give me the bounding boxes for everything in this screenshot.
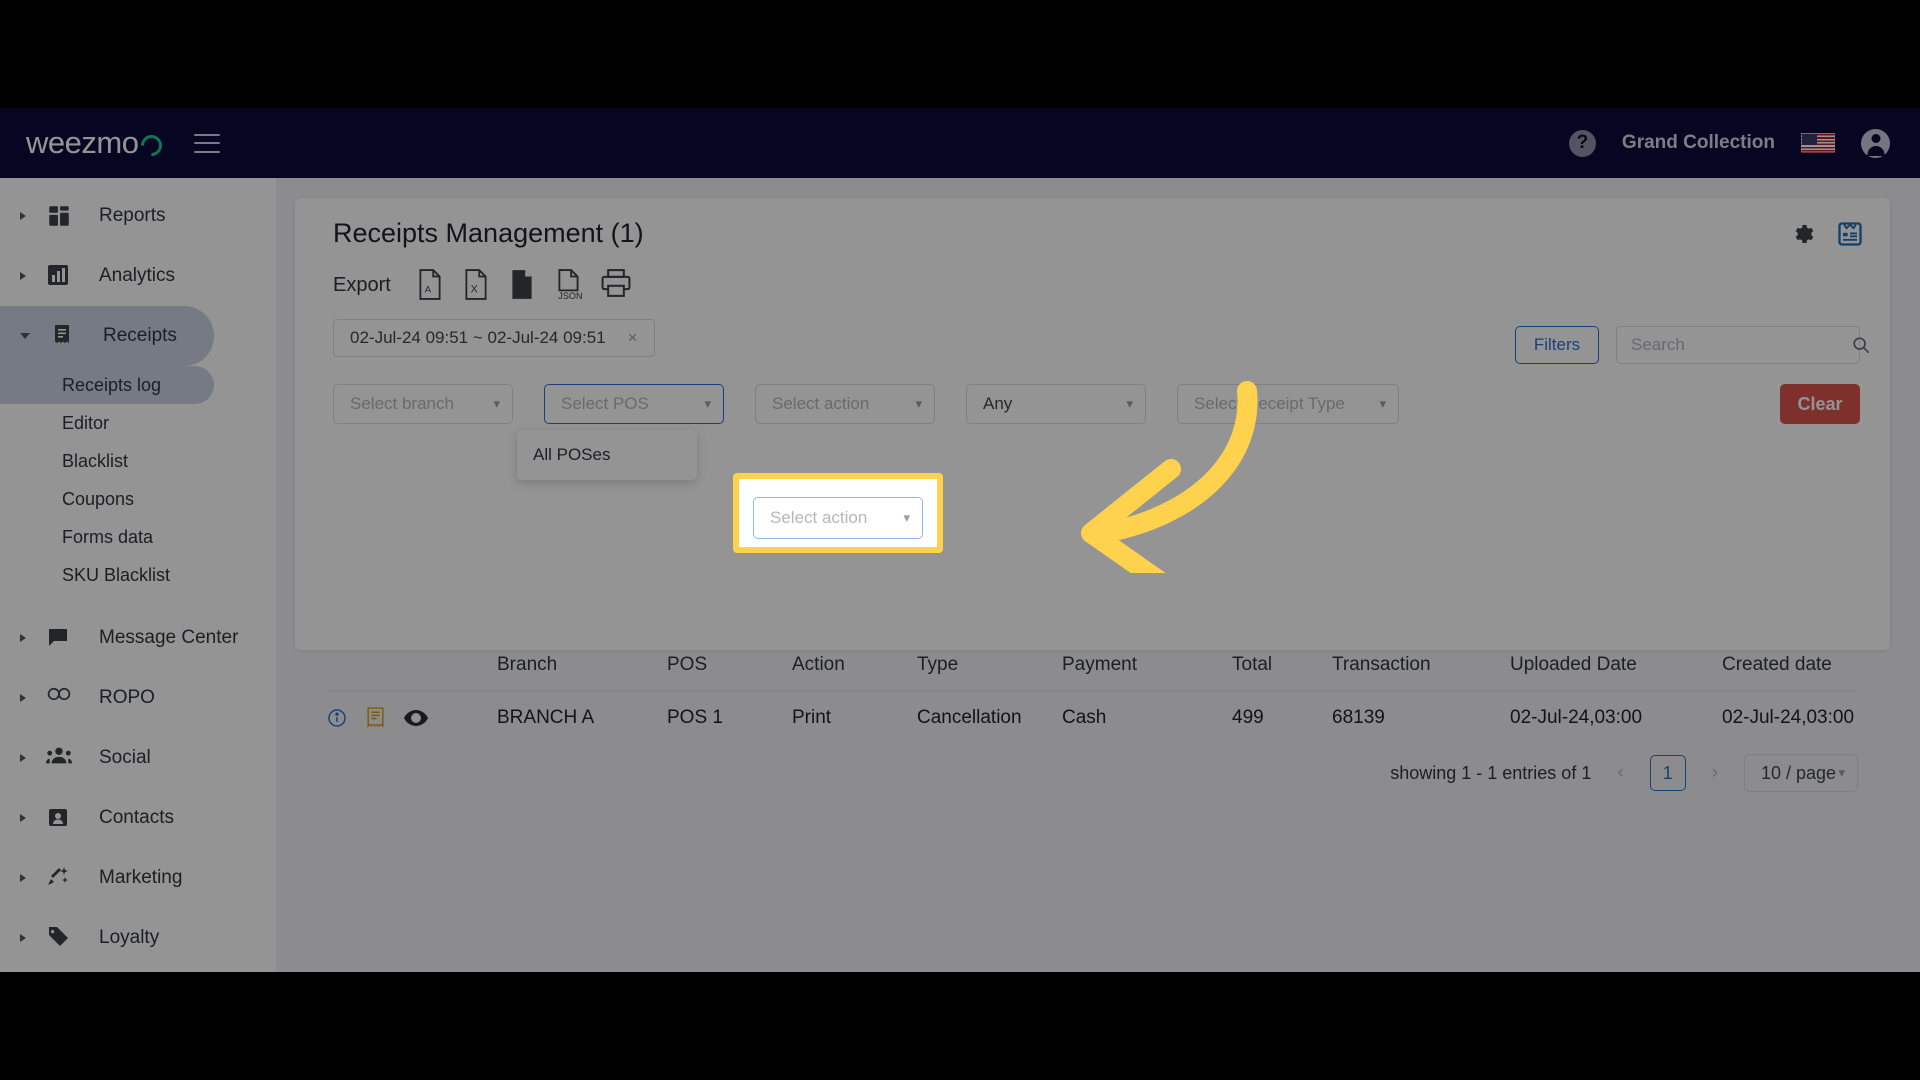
annotation-arrow-icon <box>1081 381 1258 573</box>
annotation-layer: Select action ▾ <box>0 108 1920 972</box>
highlight-box-select-action: Select action ▾ <box>733 473 943 553</box>
chevron-down-icon: ▾ <box>903 510 910 525</box>
select-action-placeholder: Select action <box>770 508 868 527</box>
select-action-dropdown-highlighted[interactable]: Select action ▾ <box>753 497 923 539</box>
screenshot-root: weezmo ? Grand Collection Reports Analyt… <box>0 0 1920 1080</box>
application-window: weezmo ? Grand Collection Reports Analyt… <box>0 108 1920 972</box>
